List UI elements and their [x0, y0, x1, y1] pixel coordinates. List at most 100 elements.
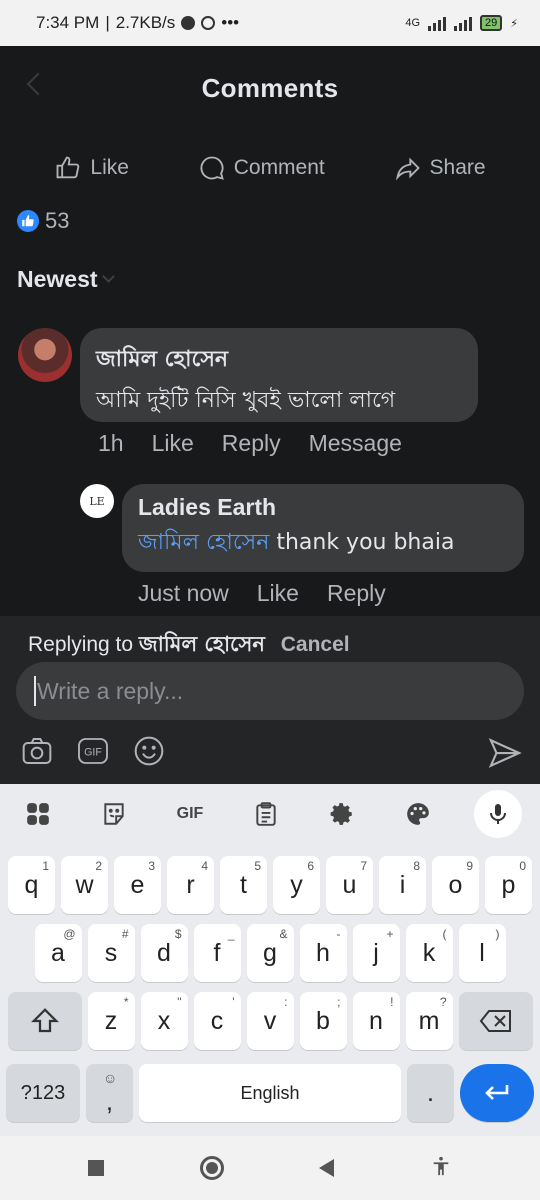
key-y[interactable]: 6y [273, 856, 320, 914]
key-f[interactable]: _ f [193, 924, 241, 982]
period-key[interactable]: . [407, 1064, 454, 1122]
key-e[interactable]: 3e [114, 856, 161, 914]
key-b[interactable]: ; b [299, 992, 347, 1050]
back-button[interactable] [319, 1159, 335, 1177]
home-button[interactable] [199, 1156, 224, 1180]
key-a[interactable]: @ a [34, 924, 82, 982]
reply-bubble[interactable]: Ladies Earth জামিল হোসেন thank you bhaia [122, 484, 524, 572]
key-hint: 2 [95, 859, 102, 873]
enter-key[interactable] [460, 1064, 534, 1122]
key-label: x [157, 1006, 171, 1035]
key-label: j [373, 938, 379, 967]
reaction-summary[interactable]: 53 [17, 208, 69, 234]
key-w[interactable]: 2w [61, 856, 108, 914]
gif-keyboard-button[interactable]: GIF [170, 794, 210, 834]
comment-author[interactable]: জামিল হোসেন [96, 342, 462, 379]
settings-gear-icon[interactable] [322, 794, 362, 834]
key-q[interactable]: 1q [8, 856, 55, 914]
key-h[interactable]: -h [299, 924, 347, 982]
key-o[interactable]: 9o [432, 856, 479, 914]
key-z[interactable]: * z [87, 992, 135, 1050]
symbols-key[interactable]: ?123 [6, 1064, 80, 1122]
comment-button[interactable]: Comment [198, 154, 325, 182]
comment-bubble-icon [200, 156, 224, 180]
key-r[interactable]: 4r [167, 856, 214, 914]
charging-icon: ⚡ [510, 17, 518, 30]
key-j[interactable]: + j [352, 924, 400, 982]
sort-dropdown[interactable]: Newest [17, 266, 115, 293]
palette-icon[interactable] [398, 794, 438, 834]
avatar-logo-text: LE [89, 494, 105, 508]
key-label: d [157, 938, 171, 967]
camera-icon[interactable] [20, 734, 54, 768]
key-u[interactable]: 7u [326, 856, 373, 914]
backspace-icon [479, 1010, 511, 1032]
comment-reply-button[interactable]: Reply [222, 430, 281, 457]
cancel-reply-button[interactable]: Cancel [281, 633, 350, 656]
key-g[interactable]: & g [246, 924, 294, 982]
like-reaction-icon [17, 210, 39, 232]
reply-mention[interactable]: জামিল হোসেন [138, 530, 269, 555]
key-hint: ( [442, 927, 447, 941]
key-m[interactable]: ? m [405, 992, 453, 1050]
microphone-icon[interactable] [474, 790, 522, 838]
accessibility-icon[interactable] [430, 1155, 452, 1182]
key-hint: 5 [254, 859, 261, 873]
key-hint: 7 [360, 859, 367, 873]
key-p[interactable]: 0p [485, 856, 532, 914]
share-button[interactable]: Share [394, 154, 486, 182]
reply-reply-button[interactable]: Reply [327, 580, 386, 607]
comment-meta: 1h Like Reply Message [98, 430, 402, 457]
emoji-comma-key[interactable]: ☺ , [86, 1064, 133, 1122]
shift-key[interactable] [7, 992, 82, 1050]
comment-message-button[interactable]: Message [309, 430, 402, 457]
key-i[interactable]: 8i [379, 856, 426, 914]
send-icon[interactable] [488, 736, 522, 770]
thumbs-up-icon [56, 156, 80, 179]
like-button[interactable]: Like [54, 154, 129, 182]
key-hint: & [279, 927, 288, 941]
clipboard-icon[interactable] [246, 794, 286, 834]
key-s[interactable]: # s [87, 924, 135, 982]
gif-icon[interactable]: GIF [76, 734, 110, 768]
space-key[interactable]: English [139, 1064, 401, 1122]
reply-meta: Just now Like Reply [138, 580, 386, 607]
keyboard-row-1: 1q2w3e4r5t6y7u8i9o0p [0, 856, 540, 914]
key-label: f [213, 938, 221, 967]
key-k[interactable]: (k [405, 924, 453, 982]
status-separator: | [105, 13, 110, 32]
apps-grid-icon[interactable] [18, 794, 58, 834]
backspace-key[interactable] [458, 992, 533, 1050]
reaction-count: 53 [45, 208, 70, 233]
reply-composer: Replying to জামিল হোসেন Cancel Write a r… [0, 616, 540, 784]
key-label: g [263, 938, 277, 967]
key-d[interactable]: $ d [140, 924, 188, 982]
key-label: a [51, 938, 65, 967]
sticker-icon[interactable] [94, 794, 134, 834]
emoji-icon[interactable] [132, 734, 166, 768]
reply-avatar[interactable]: LE [80, 484, 114, 518]
key-n[interactable]: ! n [352, 992, 400, 1050]
key-hint: 0 [519, 859, 526, 873]
keyboard-row-2: @ a # s $ d _ f & g - h + j(k) l [0, 924, 540, 982]
reply-author[interactable]: Ladies Earth [138, 494, 508, 521]
comment-bubble[interactable]: জামিল হোসেন আমি দুইটি নিসি খুবই ভালো লাগ… [80, 328, 478, 422]
key-hint: 4 [201, 859, 208, 873]
key-t[interactable]: 5t [220, 856, 267, 914]
key-x[interactable]: " x [140, 992, 188, 1050]
key-c[interactable]: ' c [193, 992, 241, 1050]
key-label: h [316, 938, 330, 967]
key-l[interactable]: ) l [458, 924, 506, 982]
reply-input[interactable]: Write a reply... [16, 662, 524, 720]
key-label: n [369, 1006, 383, 1035]
key-label: q [24, 870, 39, 899]
key-v[interactable]: :v [246, 992, 294, 1050]
reply-like-button[interactable]: Like [257, 580, 299, 607]
key-hint: " [177, 995, 182, 1009]
avatar[interactable] [18, 328, 72, 382]
key-hint: 9 [466, 859, 473, 873]
back-arrow-icon[interactable] [26, 72, 50, 96]
comment-like-button[interactable]: Like [152, 430, 194, 457]
recents-button[interactable] [87, 1160, 104, 1176]
key-hint: * [123, 995, 129, 1009]
